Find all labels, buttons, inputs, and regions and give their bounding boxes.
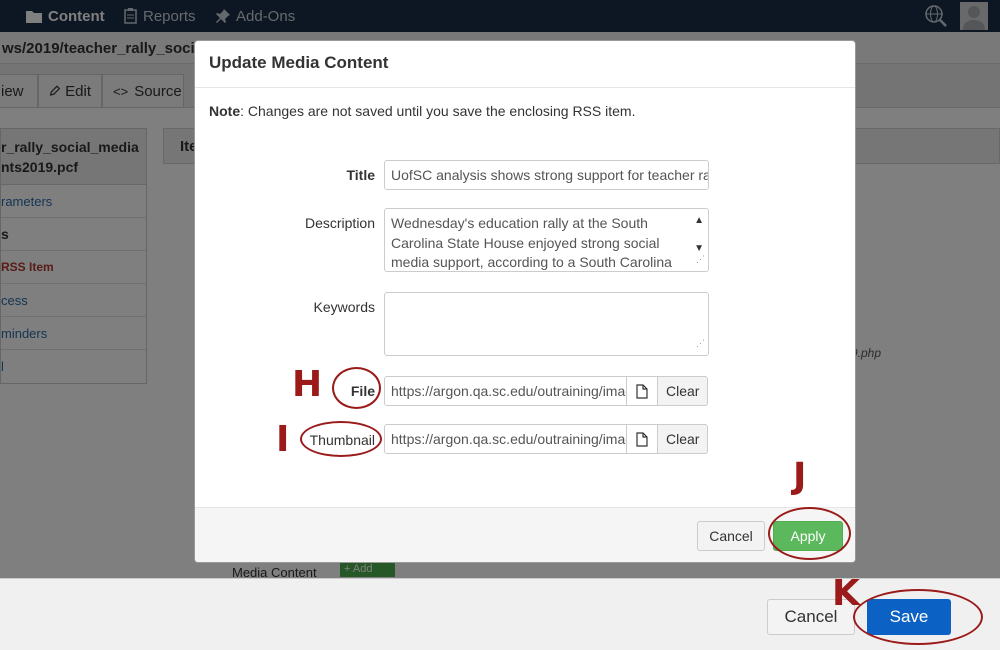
description-label: Description <box>304 215 375 231</box>
keywords-label: Keywords <box>313 299 375 315</box>
thumbnail-actions: Clear <box>626 424 709 454</box>
annotation-ellipse-thumbnail <box>300 421 382 457</box>
thumbnail-input[interactable]: https://argon.qa.sc.edu/outraining/imag <box>384 424 627 454</box>
annotation-ellipse-apply <box>768 507 851 560</box>
file-actions: Clear <box>626 376 709 406</box>
annotation-ellipse-file <box>332 367 381 409</box>
file-input[interactable]: https://argon.qa.sc.edu/outraining/imag <box>384 376 627 406</box>
scroll-up-icon[interactable]: ▲ <box>694 211 704 231</box>
note-label: Note <box>209 103 241 119</box>
dialog-title: Update Media Content <box>195 41 855 88</box>
title-label: Title <box>346 167 375 183</box>
annotation-ellipse-save <box>853 589 983 645</box>
note-text: : Changes are not saved until you save t… <box>240 103 636 119</box>
dialog-cancel-button[interactable]: Cancel <box>697 521 765 551</box>
resize-grip-icon[interactable]: ⋰ <box>696 334 705 354</box>
document-icon <box>636 383 648 399</box>
dialog-note: Note: Changes are not saved until you sa… <box>209 103 635 119</box>
description-textarea[interactable]: Wednesday's education rally at the South… <box>384 208 709 272</box>
update-media-dialog: Update Media Content Note: Changes are n… <box>194 40 856 563</box>
resize-grip-icon[interactable]: ⋰ <box>696 250 705 270</box>
title-input[interactable]: UofSC analysis shows strong support for … <box>384 160 709 190</box>
annotation-i: I <box>276 419 290 460</box>
thumbnail-clear-button[interactable]: Clear <box>658 424 709 454</box>
dialog-footer: Cancel Apply <box>195 507 855 562</box>
annotation-h: H <box>292 364 323 405</box>
document-icon <box>636 431 648 447</box>
thumbnail-browse-button[interactable] <box>626 424 658 454</box>
file-browse-button[interactable] <box>626 376 658 406</box>
description-text: Wednesday's education rally at the South… <box>391 215 672 270</box>
file-clear-button[interactable]: Clear <box>658 376 709 406</box>
annotation-j: J <box>793 456 807 497</box>
keywords-textarea[interactable]: ⋰ <box>384 292 709 356</box>
